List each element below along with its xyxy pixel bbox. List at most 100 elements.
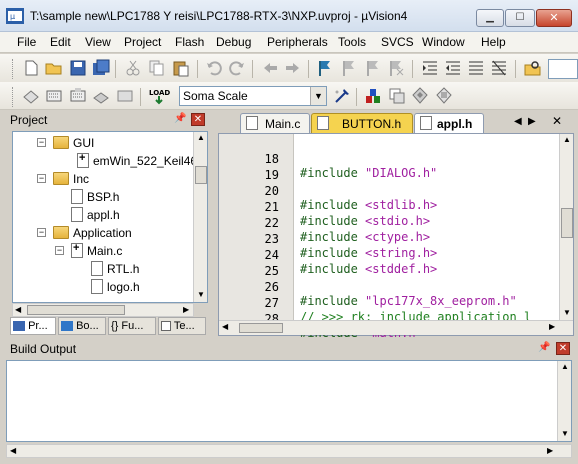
- find-input[interactable]: [548, 59, 578, 79]
- tree-item-gui[interactable]: − GUI: [13, 134, 193, 152]
- open-folder-icon[interactable]: [45, 59, 63, 77]
- target-select[interactable]: Soma Scale ▼: [179, 86, 327, 106]
- collapse-icon[interactable]: −: [55, 246, 64, 255]
- tree-item-main-c[interactable]: − Main.c: [13, 242, 193, 260]
- batch-build-icon[interactable]: [92, 87, 110, 105]
- scroll-thumb[interactable]: [561, 208, 573, 238]
- select-packs-icon[interactable]: [411, 87, 429, 105]
- project-tree[interactable]: − GUI emWin_522_Keil46 − Inc BSP.h appl.…: [12, 131, 208, 303]
- unindent-icon[interactable]: [444, 59, 462, 77]
- find-in-files-icon[interactable]: [524, 59, 542, 77]
- undo-icon[interactable]: [205, 59, 223, 77]
- save-icon[interactable]: [69, 59, 87, 77]
- build-vertical-scrollbar[interactable]: ▲ ▼: [557, 361, 571, 441]
- collapse-icon[interactable]: −: [37, 228, 46, 237]
- code-vertical-scrollbar[interactable]: ▲ ▼: [559, 134, 573, 320]
- code-editor[interactable]: 18 #include "DIALOG.h" 19 20 #include <s…: [218, 133, 574, 340]
- save-all-icon[interactable]: [92, 59, 110, 77]
- tab-scroll-right-icon[interactable]: ▶: [528, 116, 536, 127]
- tree-horizontal-scrollbar[interactable]: ◀ ▶: [12, 303, 194, 317]
- next-bookmark-icon[interactable]: [364, 59, 382, 77]
- pin-icon[interactable]: 📌: [538, 342, 550, 353]
- tab-project[interactable]: Pr...: [10, 317, 56, 335]
- menu-tools[interactable]: Tools: [338, 35, 366, 49]
- indent-icon[interactable]: [421, 59, 439, 77]
- new-file-icon[interactable]: [22, 59, 40, 77]
- scroll-right-icon[interactable]: ▶: [547, 446, 553, 455]
- tree-vertical-scrollbar[interactable]: ▲ ▼: [193, 132, 207, 302]
- chevron-down-icon[interactable]: ▼: [310, 87, 326, 105]
- menu-window[interactable]: Window: [422, 35, 465, 49]
- comment-icon[interactable]: [467, 59, 485, 77]
- scroll-thumb[interactable]: [27, 305, 125, 315]
- menu-peripherals[interactable]: Peripherals: [267, 35, 328, 49]
- target-options-icon[interactable]: [333, 87, 351, 105]
- scroll-right-icon[interactable]: ▶: [183, 305, 189, 314]
- collapse-icon[interactable]: −: [37, 174, 46, 183]
- menu-project[interactable]: Project: [124, 35, 161, 49]
- scroll-down-icon[interactable]: ▼: [197, 290, 205, 299]
- scroll-up-icon[interactable]: ▲: [561, 362, 569, 371]
- tree-item-rtl-h[interactable]: RTL.h: [13, 260, 193, 278]
- menu-file[interactable]: File: [17, 35, 36, 49]
- scroll-left-icon[interactable]: ◀: [222, 322, 228, 331]
- translate-icon[interactable]: [22, 87, 40, 105]
- build-icon[interactable]: [45, 87, 63, 105]
- menu-help[interactable]: Help: [481, 35, 506, 49]
- collapse-icon[interactable]: −: [37, 138, 46, 147]
- scroll-up-icon[interactable]: ▲: [197, 133, 205, 142]
- tab-scroll-left-icon[interactable]: ◀: [514, 116, 522, 127]
- minimize-icon[interactable]: ▁: [476, 9, 504, 27]
- close-icon[interactable]: ✕: [552, 114, 562, 128]
- navigate-forward-icon[interactable]: [284, 59, 302, 77]
- tab-main-c[interactable]: Main.c: [240, 113, 310, 133]
- tree-item-emwin[interactable]: emWin_522_Keil46: [13, 152, 197, 170]
- toolbar-grip[interactable]: [12, 87, 15, 107]
- prev-bookmark-icon[interactable]: [340, 59, 358, 77]
- menu-view[interactable]: View: [85, 35, 111, 49]
- tree-item-inc[interactable]: − Inc: [13, 170, 193, 188]
- tree-item-logo-h[interactable]: logo.h: [13, 278, 193, 296]
- scroll-left-icon[interactable]: ◀: [15, 305, 21, 314]
- file-extensions-icon[interactable]: [388, 87, 406, 105]
- scroll-thumb[interactable]: [195, 166, 207, 184]
- clear-bookmarks-icon[interactable]: [387, 59, 405, 77]
- tab-functions[interactable]: {} Fu...: [108, 317, 156, 335]
- scroll-left-icon[interactable]: ◀: [10, 446, 16, 455]
- close-icon[interactable]: ✕: [536, 9, 572, 27]
- load-download-icon[interactable]: LOAD: [148, 87, 170, 105]
- close-icon[interactable]: ✕: [191, 113, 205, 126]
- tab-button-h[interactable]: BUTTON.h: [311, 113, 413, 133]
- close-icon[interactable]: ✕: [556, 342, 570, 355]
- menu-flash[interactable]: Flash: [175, 35, 204, 49]
- stop-build-icon[interactable]: [116, 87, 134, 105]
- code-horizontal-scrollbar[interactable]: ◀ ▶: [219, 320, 573, 335]
- tab-appl-h[interactable]: appl.h: [414, 113, 484, 133]
- menu-debug[interactable]: Debug: [216, 35, 251, 49]
- copy-icon[interactable]: [148, 59, 166, 77]
- tab-books[interactable]: Bo...: [58, 317, 106, 335]
- scroll-thumb[interactable]: [239, 323, 283, 333]
- menu-edit[interactable]: Edit: [50, 35, 71, 49]
- redo-icon[interactable]: [228, 59, 246, 77]
- build-horizontal-scrollbar[interactable]: ◀ ▶: [6, 444, 572, 458]
- cut-icon[interactable]: [124, 59, 142, 77]
- paste-icon[interactable]: [172, 59, 190, 77]
- toolbar-grip[interactable]: [12, 59, 15, 79]
- tree-item-appl-h[interactable]: appl.h: [13, 206, 193, 224]
- menu-svcs[interactable]: SVCS: [381, 35, 414, 49]
- tab-templates[interactable]: Te...: [158, 317, 206, 335]
- uncomment-icon[interactable]: [490, 59, 508, 77]
- scroll-up-icon[interactable]: ▲: [563, 135, 571, 144]
- navigate-back-icon[interactable]: [261, 59, 279, 77]
- tree-item-bsp-h[interactable]: BSP.h: [13, 188, 193, 206]
- scroll-down-icon[interactable]: ▼: [561, 429, 569, 438]
- scroll-right-icon[interactable]: ▶: [549, 322, 555, 331]
- manage-components-icon[interactable]: [364, 87, 382, 105]
- pin-icon[interactable]: 📌: [174, 113, 186, 124]
- build-output-text[interactable]: ▲ ▼: [6, 360, 572, 442]
- rebuild-icon[interactable]: [69, 87, 87, 105]
- maximize-icon[interactable]: ☐: [505, 9, 535, 27]
- pack-installer-icon[interactable]: [435, 87, 453, 105]
- tree-item-application[interactable]: − Application: [13, 224, 193, 242]
